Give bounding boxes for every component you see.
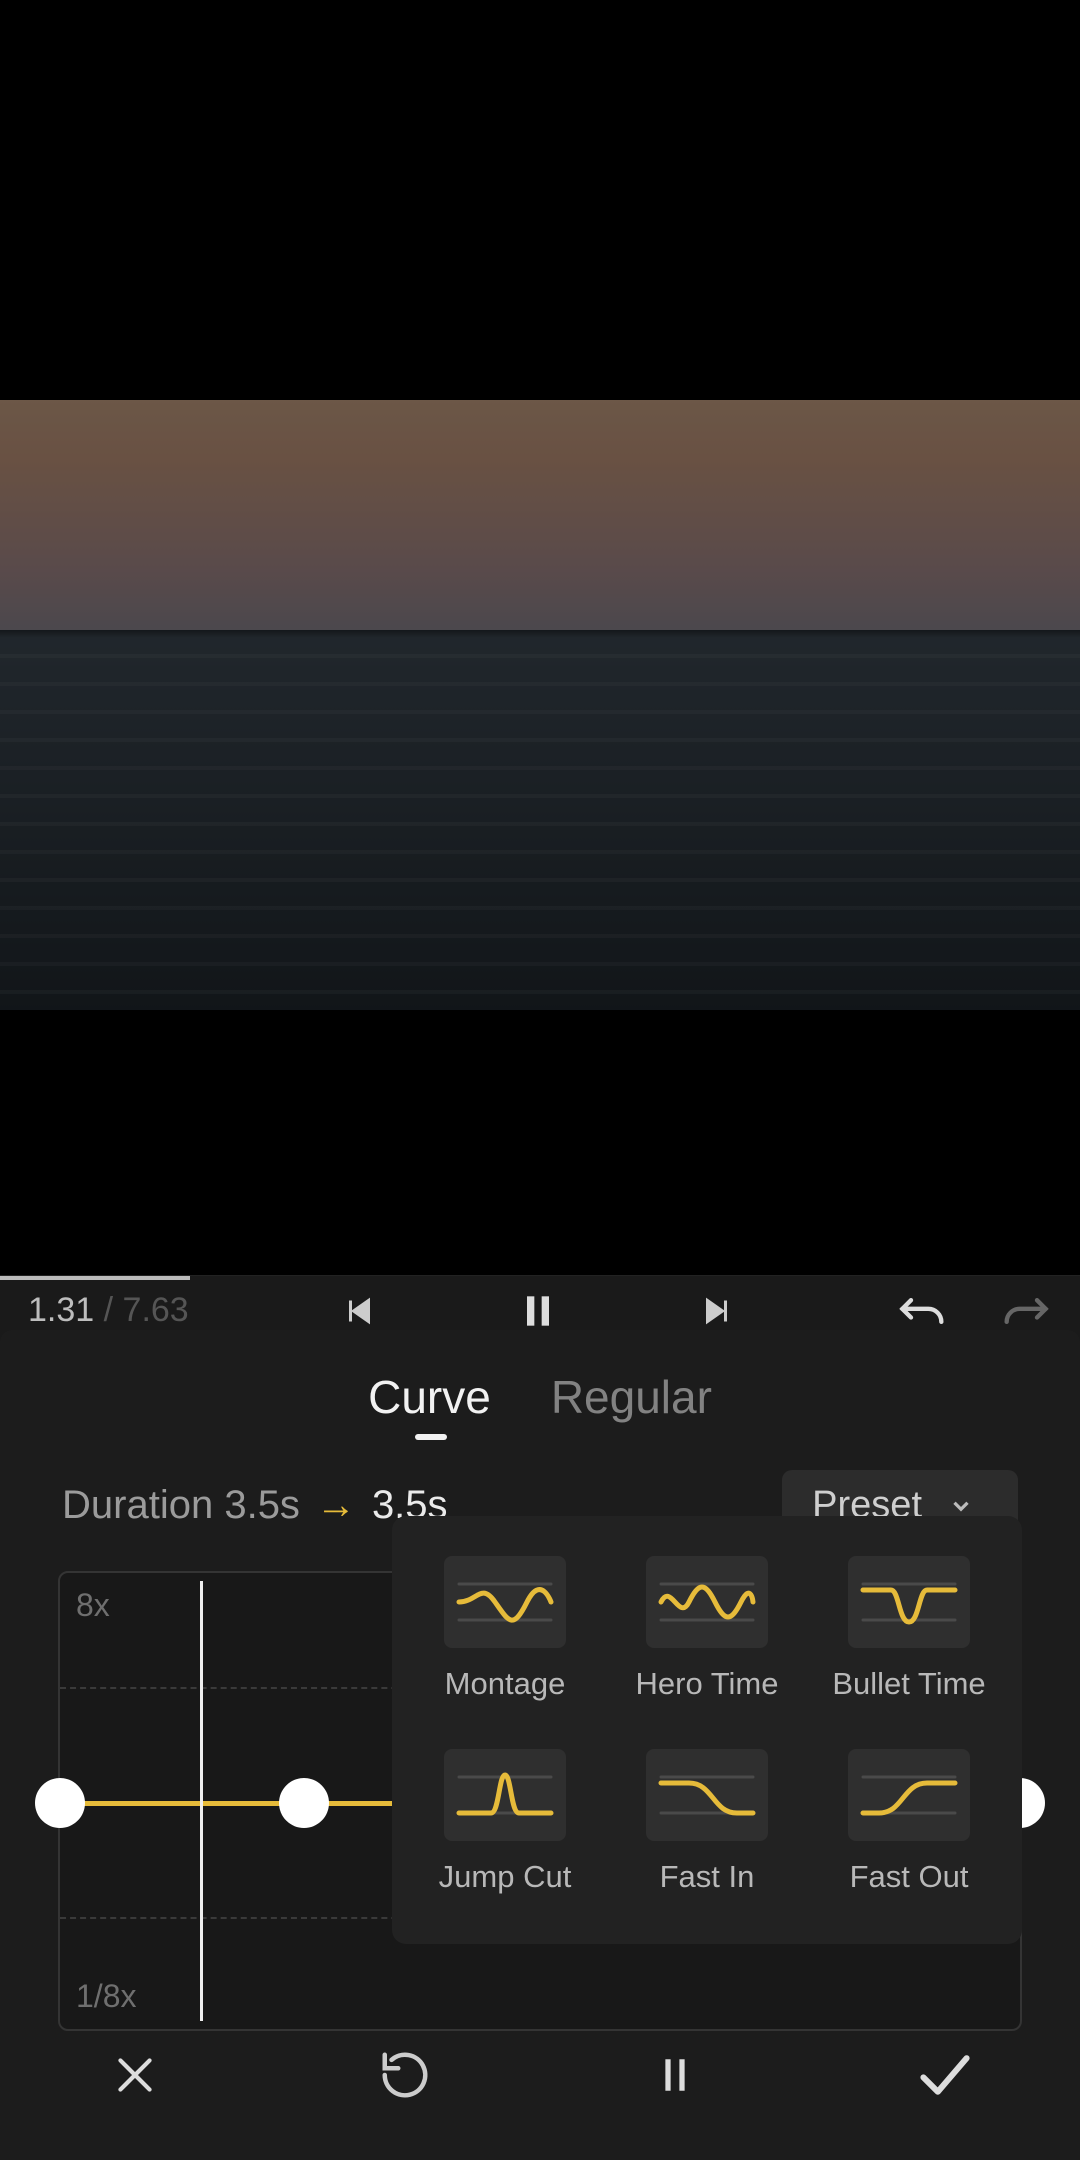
axis-bottom-label: 1/8x [76, 1978, 136, 2015]
preset-label: Fast Out [850, 1859, 969, 1895]
preset-jump-cut[interactable]: Jump Cut [428, 1749, 582, 1914]
preset-fast-in[interactable]: Fast In [630, 1749, 784, 1914]
hero-time-icon [646, 1556, 768, 1648]
tab-regular[interactable]: Regular [551, 1370, 712, 1434]
preset-popover: Montage Hero Time Bullet Time Jump Cut F… [392, 1516, 1022, 1944]
redo-icon[interactable] [998, 1291, 1050, 1331]
duration-before: 3.5s [213, 1483, 300, 1528]
close-icon [110, 2050, 160, 2100]
preset-fast-out[interactable]: Fast Out [832, 1749, 986, 1914]
prev-frame-icon[interactable] [340, 1293, 376, 1329]
duration-label: Duration [62, 1483, 213, 1528]
preset-montage[interactable]: Montage [428, 1556, 582, 1721]
curve-keyframe[interactable] [279, 1778, 329, 1828]
time-total: 7.63 [123, 1291, 189, 1330]
arrow-right-icon: → [316, 1483, 356, 1528]
curve-keyframe[interactable] [35, 1778, 85, 1828]
bullet-time-icon [848, 1556, 970, 1648]
preset-label: Fast In [660, 1859, 755, 1895]
chevron-down-icon [948, 1493, 974, 1519]
jump-cut-icon [444, 1749, 566, 1841]
fast-in-icon [646, 1749, 768, 1841]
speed-panel: Curve Regular Duration 3.5s → 3.5s Prese… [0, 1330, 1080, 2160]
pause-icon[interactable] [516, 1289, 560, 1333]
time-current: 1.31 [28, 1291, 94, 1330]
progress-bar[interactable] [0, 1276, 190, 1280]
preview-image [0, 630, 1080, 1010]
playhead[interactable] [200, 1581, 203, 2021]
preset-label: Montage [445, 1666, 566, 1702]
reset-icon [378, 2048, 432, 2102]
time-sep: / [94, 1291, 122, 1330]
tab-curve[interactable]: Curve [368, 1370, 491, 1434]
reset-button[interactable] [369, 2039, 441, 2111]
video-preview[interactable] [0, 400, 1080, 1010]
speed-tabs: Curve Regular [0, 1370, 1080, 1434]
play-pause-button[interactable] [639, 2039, 711, 2111]
fast-out-icon [848, 1749, 970, 1841]
preset-bullet-time[interactable]: Bullet Time [832, 1556, 986, 1721]
next-frame-icon[interactable] [700, 1293, 736, 1329]
check-icon [916, 2051, 974, 2099]
axis-top-label: 8x [76, 1587, 110, 1624]
preset-label: Bullet Time [832, 1666, 985, 1702]
undo-icon[interactable] [898, 1291, 950, 1331]
preset-label: Hero Time [636, 1666, 779, 1702]
montage-icon [444, 1556, 566, 1648]
preset-hero-time[interactable]: Hero Time [630, 1556, 784, 1721]
confirm-button[interactable] [909, 2039, 981, 2111]
pause-icon [654, 2049, 696, 2101]
preset-label: Jump Cut [439, 1859, 572, 1895]
cancel-button[interactable] [99, 2039, 171, 2111]
panel-actions [0, 2020, 1080, 2130]
